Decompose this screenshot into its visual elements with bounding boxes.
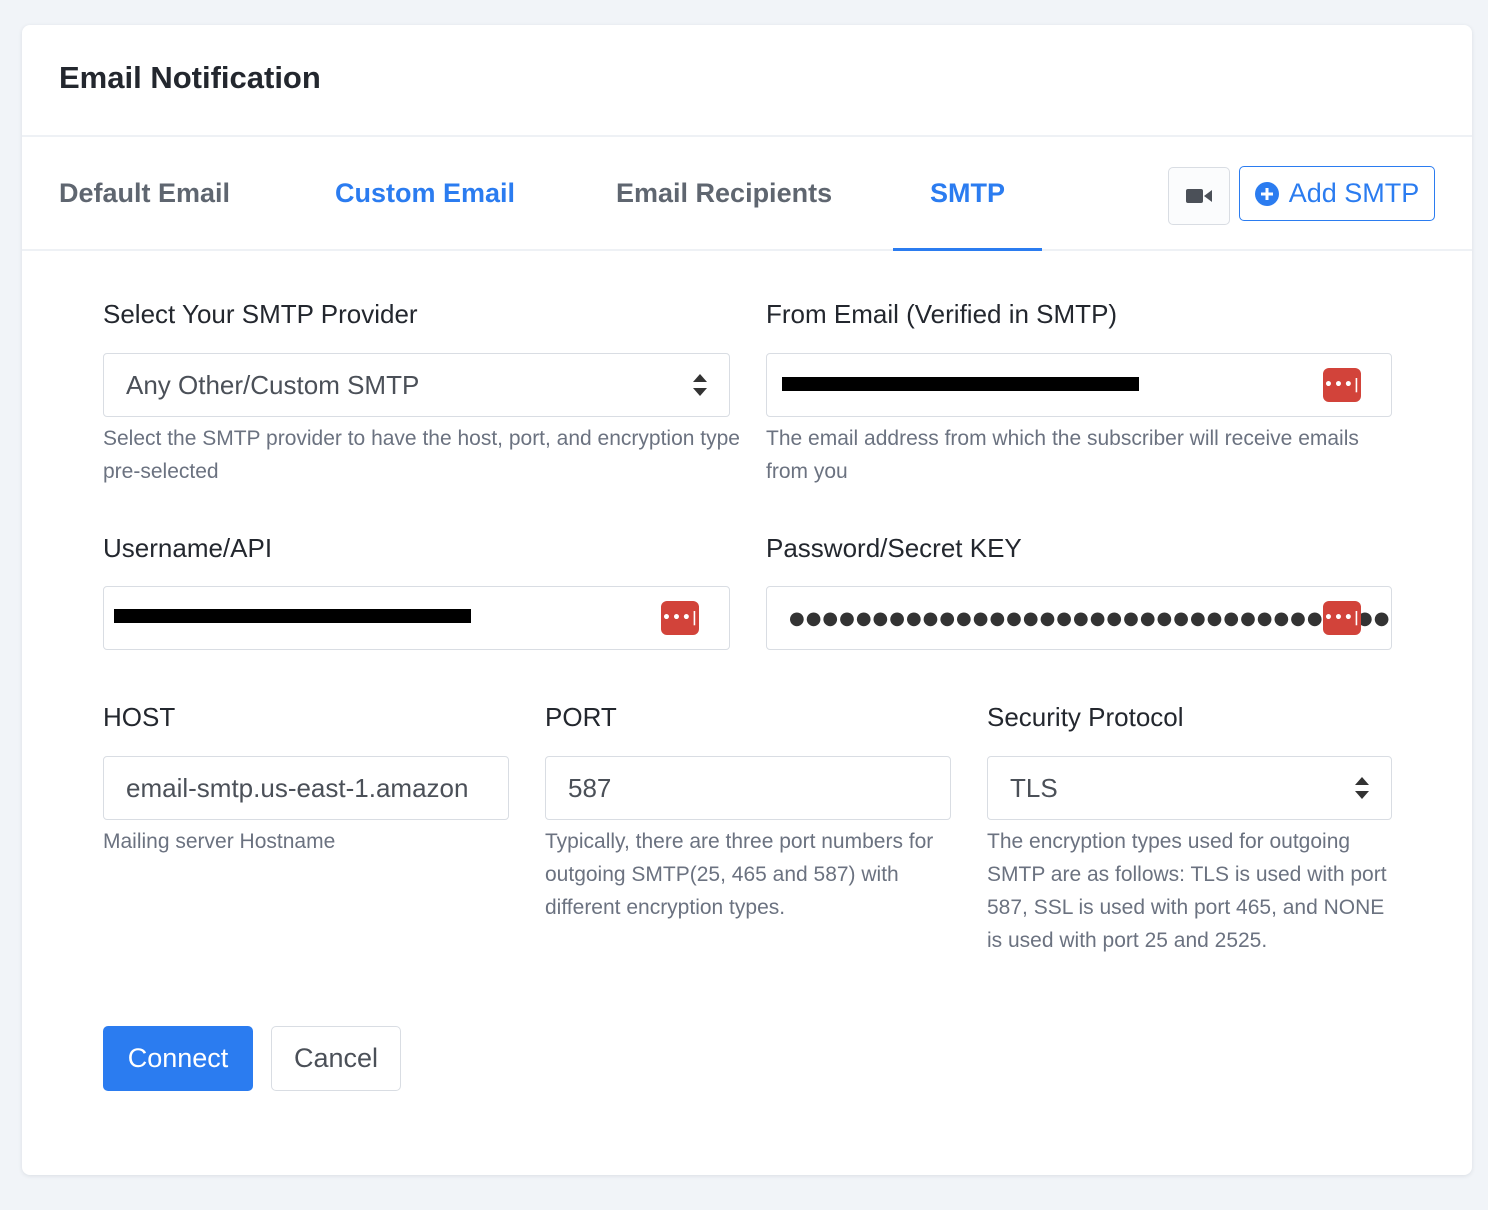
port-label: PORT <box>545 702 617 732</box>
provider-label: Select Your SMTP Provider <box>103 299 418 329</box>
provider-select[interactable]: Any Other/Custom SMTP <box>103 353 730 417</box>
redaction-bar <box>114 609 471 623</box>
card-header: Email Notification <box>22 25 1472 137</box>
from-email-field[interactable]: •••| <box>766 353 1392 417</box>
connect-button[interactable]: Connect <box>103 1026 253 1091</box>
from-email-help: The email address from which the subscri… <box>766 427 1359 483</box>
port-input[interactable]: 587 <box>545 756 951 820</box>
tab-default-email[interactable]: Default Email <box>59 137 230 249</box>
port-value: 587 <box>568 772 612 803</box>
plus-circle-icon <box>1254 181 1279 206</box>
tab-email-recipients[interactable]: Email Recipients <box>616 137 832 249</box>
cancel-button[interactable]: Cancel <box>271 1026 401 1091</box>
redaction-bar <box>782 377 1139 391</box>
select-arrows-icon <box>693 374 707 396</box>
port-help: Typically, there are three port numbers … <box>545 830 934 919</box>
username-field[interactable]: •••| <box>103 586 730 650</box>
video-tutorial-button[interactable] <box>1168 167 1230 225</box>
tab-custom-email[interactable]: Custom Email <box>335 137 515 249</box>
password-manager-icon[interactable]: •••| <box>1323 368 1361 402</box>
select-arrows-icon <box>1355 777 1369 799</box>
password-field[interactable]: ●●●●●●●●●●●●●●●●●●●●●●●●●●●●●●●●●●●●●●●●… <box>766 586 1392 650</box>
username-label: Username/API <box>103 533 273 563</box>
video-camera-icon <box>1186 189 1212 203</box>
password-manager-icon[interactable]: •••| <box>661 601 699 635</box>
tab-smtp[interactable]: SMTP <box>892 137 1043 251</box>
tab-bar: Default Email Custom Email Email Recipie… <box>22 137 1472 251</box>
from-email-label: From Email (Verified in SMTP) <box>766 299 1118 329</box>
page-title: Email Notification <box>59 60 321 95</box>
security-protocol-value: TLS <box>1010 772 1058 803</box>
host-help: Mailing server Hostname <box>103 830 336 853</box>
email-notification-card: Email Notification Default Email Custom … <box>22 25 1472 1175</box>
security-protocol-label: Security Protocol <box>987 702 1184 732</box>
password-value: ●●●●●●●●●●●●●●●●●●●●●●●●●●●●●●●●●●●●●●●● <box>789 607 1392 629</box>
host-input[interactable]: email-smtp.us-east-1.amazon <box>103 756 509 820</box>
password-label: Password/Secret KEY <box>766 533 1022 563</box>
host-label: HOST <box>103 702 176 732</box>
security-protocol-select[interactable]: TLS <box>987 756 1392 820</box>
add-smtp-label: Add SMTP <box>1288 178 1420 208</box>
provider-help: Select the SMTP provider to have the hos… <box>103 427 740 483</box>
security-protocol-help: The encryption types used for outgoing S… <box>987 830 1387 952</box>
provider-select-value: Any Other/Custom SMTP <box>126 369 420 400</box>
add-smtp-button[interactable]: Add SMTP <box>1239 166 1435 221</box>
password-manager-icon[interactable]: •••| <box>1323 601 1361 635</box>
host-value: email-smtp.us-east-1.amazon <box>126 772 469 803</box>
